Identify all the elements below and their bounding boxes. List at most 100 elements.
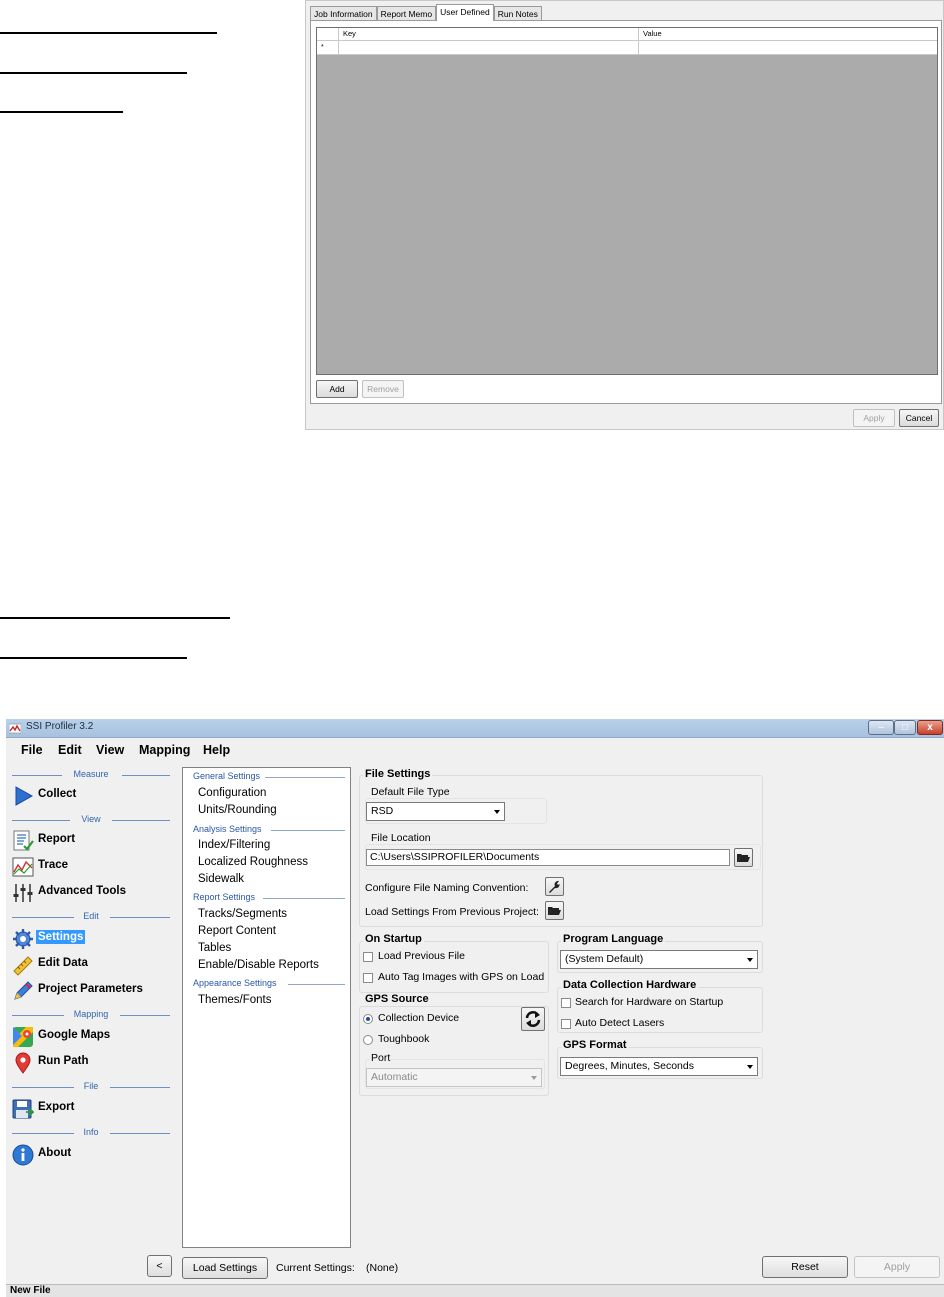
on-startup-title: On Startup (363, 933, 424, 945)
grid-header: Key Value (317, 28, 937, 41)
minimize-button[interactable]: – (868, 720, 894, 735)
play-icon (15, 786, 34, 806)
nav-item-run-path[interactable]: Run Path (12, 1051, 168, 1074)
nav-section-info: Info (12, 1127, 170, 1139)
nav-item-project-parameters[interactable]: Project Parameters (12, 979, 168, 1001)
grid-new-row[interactable]: * (317, 41, 937, 55)
naming-convention-button[interactable] (545, 877, 564, 896)
tree-item-tables[interactable]: Tables (198, 942, 231, 954)
load-previous-project-button[interactable] (545, 901, 564, 920)
tree-item-units-rounding[interactable]: Units/Rounding (198, 804, 277, 816)
menu-view[interactable]: View (96, 743, 124, 757)
refresh-icon (525, 1011, 541, 1027)
search-hardware-label: Search for Hardware on Startup (575, 996, 724, 1008)
chevron-down-icon (747, 1065, 753, 1069)
wrench-icon (549, 880, 560, 893)
column-header-key[interactable]: Key (339, 28, 639, 40)
auto-tag-label: Auto Tag Images with GPS on Load (378, 971, 545, 983)
column-header-value[interactable]: Value (639, 28, 937, 40)
add-button[interactable]: Add (316, 380, 358, 398)
default-file-type-label: Default File Type (370, 786, 451, 798)
save-disk-icon (12, 1099, 34, 1119)
nav-item-export[interactable]: Export (12, 1097, 168, 1119)
port-select[interactable]: Automatic (366, 1068, 542, 1087)
nav-item-collect[interactable]: Collect (12, 784, 168, 806)
gps-source-title: GPS Source (363, 993, 431, 1005)
default-file-type-select[interactable]: RSD (366, 802, 505, 821)
search-hardware-checkbox[interactable] (561, 998, 571, 1008)
tab-user-defined[interactable]: User Defined (436, 4, 494, 21)
menu-file[interactable]: File (21, 743, 43, 757)
refresh-gps-button[interactable] (521, 1007, 545, 1031)
nav-item-about[interactable]: About (12, 1143, 168, 1166)
new-row-value-cell[interactable] (639, 41, 937, 54)
file-location-field[interactable]: C:\Users\SSIPROFILER\Documents (366, 849, 730, 866)
info-icon (12, 1144, 34, 1166)
browse-folder-button[interactable] (734, 848, 753, 867)
nav-item-report[interactable]: Report (12, 829, 168, 851)
tree-item-report-content[interactable]: Report Content (198, 925, 276, 937)
menu-mapping[interactable]: Mapping (139, 743, 190, 757)
chevron-down-icon (531, 1076, 537, 1080)
window-title: SSI Profiler 3.2 (26, 721, 94, 732)
tree-item-index-filtering[interactable]: Index/Filtering (198, 839, 270, 851)
gps-format-select[interactable]: Degrees, Minutes, Seconds (560, 1057, 758, 1076)
auto-tag-checkbox[interactable] (363, 973, 373, 983)
port-value: Automatic (371, 1071, 418, 1083)
title-bar[interactable]: SSI Profiler 3.2 – □ x (6, 719, 944, 738)
nav-section-view: View (12, 814, 170, 826)
tree-item-enable-disable-reports[interactable]: Enable/Disable Reports (198, 959, 319, 971)
tab-run-notes[interactable]: Run Notes (493, 6, 542, 21)
doc-underline (0, 72, 187, 74)
doc-underline (0, 617, 230, 619)
dialog-cancel-button[interactable]: Cancel (899, 409, 939, 427)
current-settings-label: Current Settings: (276, 1262, 355, 1274)
nav-section-file: File (12, 1081, 170, 1093)
toughbook-radio[interactable] (363, 1035, 373, 1045)
program-language-title: Program Language (561, 933, 666, 945)
trace-chart-icon (12, 857, 34, 877)
status-text: New File (10, 1285, 51, 1296)
new-row-key-cell[interactable] (339, 41, 639, 54)
nav-item-edit-data[interactable]: Edit Data (12, 953, 168, 976)
status-bar: New File (6, 1284, 944, 1297)
tree-item-tracks-segments[interactable]: Tracks/Segments (198, 908, 287, 920)
report-icon (13, 830, 34, 851)
tree-item-localized-roughness[interactable]: Localized Roughness (198, 856, 308, 868)
tree-item-sidewalk[interactable]: Sidewalk (198, 873, 244, 885)
menu-help[interactable]: Help (203, 743, 230, 757)
nav-item-settings[interactable]: Settings (12, 927, 168, 949)
auto-detect-lasers-checkbox[interactable] (561, 1019, 571, 1029)
nav-item-google-maps[interactable]: Google Maps (12, 1025, 168, 1047)
load-previous-file-checkbox[interactable] (363, 952, 373, 962)
collapse-nav-button[interactable]: < (147, 1255, 172, 1277)
load-previous-project-label: Load Settings From Previous Project: (365, 906, 539, 918)
tree-item-themes-fonts[interactable]: Themes/Fonts (198, 994, 272, 1006)
tree-section-divider (271, 830, 345, 831)
maximize-button[interactable]: □ (894, 720, 916, 735)
tree-section-divider (263, 898, 345, 899)
reset-button[interactable]: Reset (762, 1256, 848, 1278)
key-value-grid[interactable]: Key Value * (316, 27, 938, 375)
apply-button[interactable]: Apply (854, 1256, 940, 1278)
program-language-select[interactable]: (System Default) (560, 950, 758, 969)
load-previous-file-label: Load Previous File (378, 950, 465, 962)
close-button[interactable]: x (917, 720, 943, 735)
new-row-marker: * (317, 41, 339, 54)
menu-edit[interactable]: Edit (58, 743, 82, 757)
tree-section-report: Report Settings (193, 892, 256, 902)
collection-device-radio[interactable] (363, 1014, 373, 1024)
tree-item-configuration[interactable]: Configuration (198, 787, 266, 799)
tree-section-divider (288, 984, 345, 985)
gps-format-value: Degrees, Minutes, Seconds (565, 1060, 694, 1072)
tree-section-general: General Settings (193, 771, 261, 781)
tab-report-memo[interactable]: Report Memo (376, 6, 437, 21)
load-settings-button[interactable]: Load Settings (182, 1257, 268, 1279)
nav-item-trace[interactable]: Trace (12, 855, 168, 877)
port-label: Port (370, 1052, 392, 1064)
nav-item-advanced-tools[interactable]: Advanced Tools (12, 881, 168, 903)
remove-button[interactable]: Remove (362, 380, 404, 398)
dialog-apply-button[interactable]: Apply (853, 409, 895, 427)
tab-job-information[interactable]: Job Information (310, 6, 377, 21)
user-defined-panel: Key Value * Add Remove (310, 20, 942, 404)
